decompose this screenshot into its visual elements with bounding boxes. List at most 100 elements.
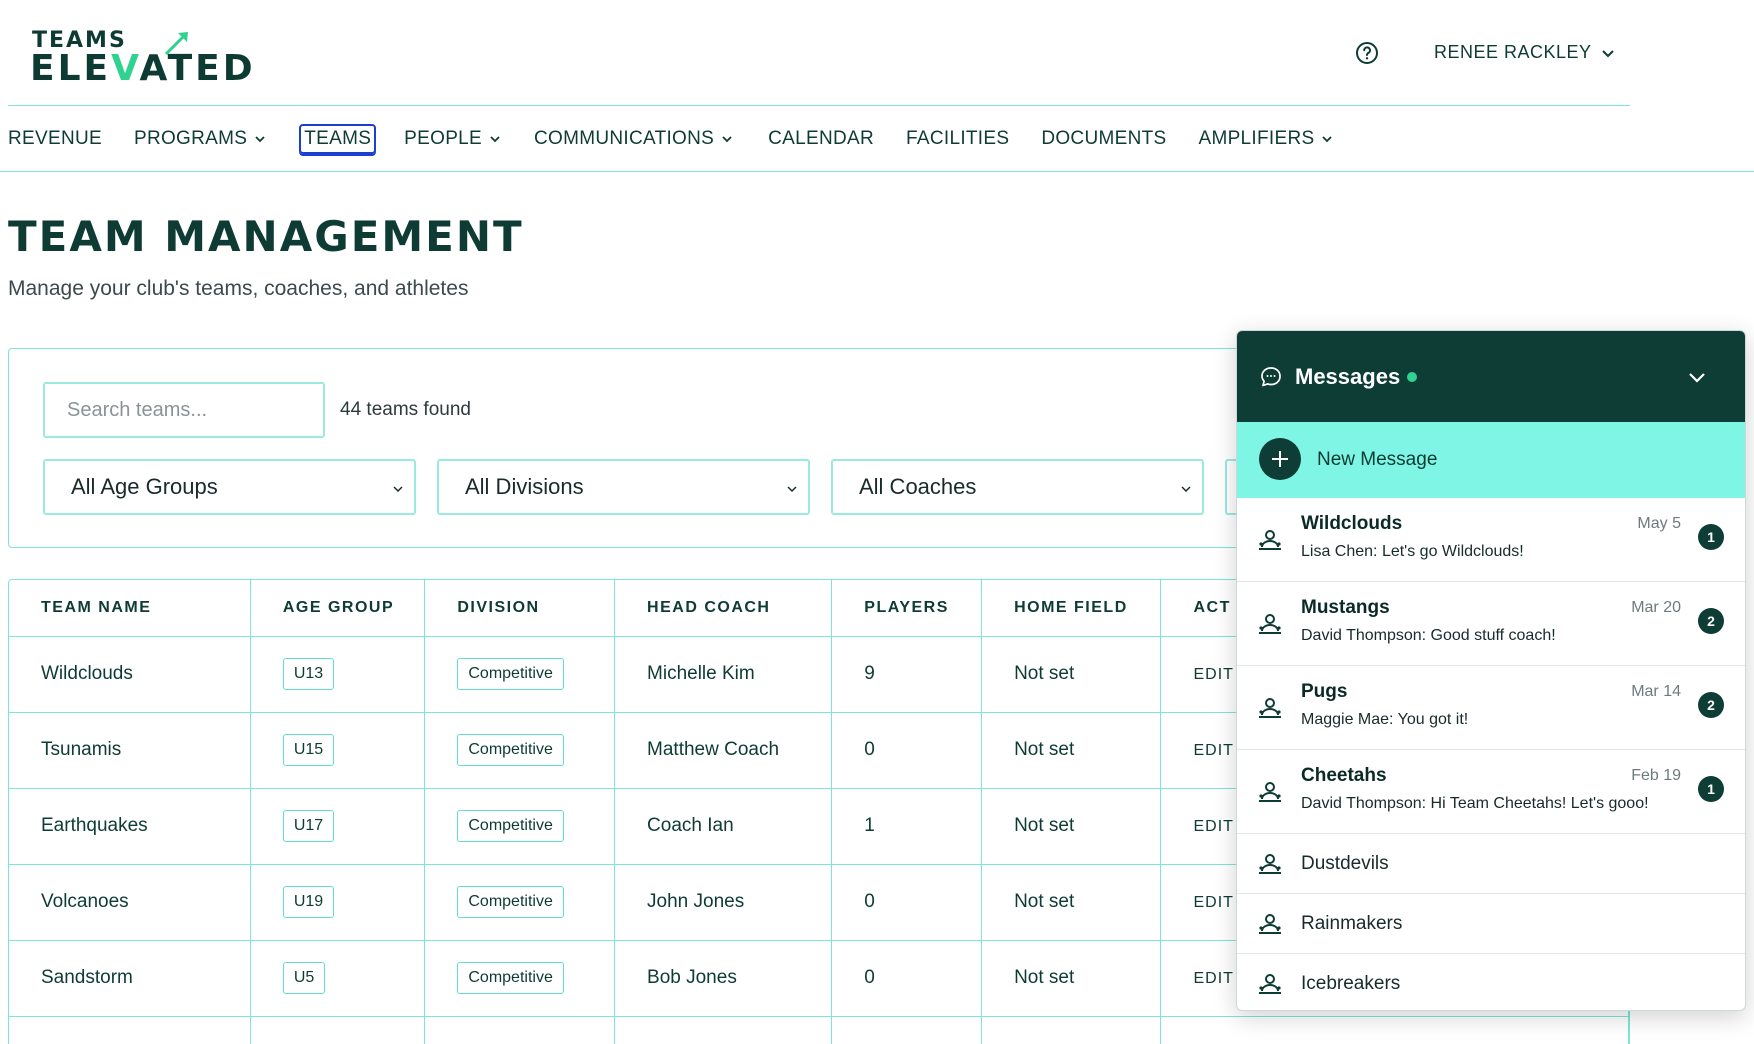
coach-select[interactable]: All Coaches xyxy=(831,459,1204,515)
column-header-team-name[interactable]: TEAM NAME xyxy=(9,580,251,637)
edit-button[interactable]: EDIT xyxy=(1193,666,1233,683)
team-name-cell[interactable]: Tsunamis xyxy=(9,712,251,789)
coach-value: All Coaches xyxy=(859,474,977,499)
thread-date: May 5 xyxy=(1637,515,1681,532)
players-cell: 9 xyxy=(831,636,983,713)
division-badge: Competitive xyxy=(457,962,564,994)
nav-programs[interactable]: PROGRAMS xyxy=(134,128,267,150)
nav-label: COMMUNICATIONS xyxy=(534,128,715,149)
logo[interactable]: TEAMS ELEVATED xyxy=(30,28,280,89)
players-cell: 0 xyxy=(831,712,983,789)
help-icon[interactable] xyxy=(1355,41,1379,65)
thread-name: Rainmakers xyxy=(1301,913,1403,934)
edit-button[interactable]: EDIT xyxy=(1193,818,1233,835)
search-input[interactable] xyxy=(43,382,325,438)
results-count: 44 teams found xyxy=(340,399,471,420)
main-nav: REVENUE PROGRAMS TEAMS PEOPLE COMMUNICAT… xyxy=(8,124,1334,154)
division-badge: Competitive xyxy=(457,734,564,766)
thread-name: Cheetahs xyxy=(1301,765,1387,786)
home-field-cell: Not set xyxy=(981,712,1162,789)
column-header-division[interactable]: DIVISION xyxy=(424,580,616,637)
team-icon xyxy=(1259,854,1281,874)
new-message-label: New Message xyxy=(1317,449,1438,470)
players-cell xyxy=(831,1016,983,1044)
user-menu[interactable]: RENEE RACKLEY xyxy=(1434,42,1616,63)
head-coach-cell: Matthew Coach xyxy=(614,712,833,789)
chevron-down-icon xyxy=(1322,136,1333,143)
column-header-age-group[interactable]: AGE GROUP xyxy=(250,580,426,637)
chevron-down-icon xyxy=(255,136,265,143)
thread-name: Mustangs xyxy=(1301,597,1390,618)
unread-count-badge: 1 xyxy=(1698,524,1724,550)
thread-preview: David Thompson: Good stuff coach! xyxy=(1301,627,1556,644)
team-name-cell[interactable]: Sandstorm xyxy=(9,940,251,1017)
nav-documents[interactable]: DOCUMENTS xyxy=(1041,128,1166,150)
thread-date: Mar 14 xyxy=(1631,683,1681,700)
online-status-dot xyxy=(1407,372,1417,382)
players-cell: 0 xyxy=(831,864,983,941)
message-thread[interactable]: Cheetahs Feb 19 David Thompson: Hi Team … xyxy=(1237,750,1745,834)
nav-label: PROGRAMS xyxy=(133,128,248,149)
thread-name: Pugs xyxy=(1301,681,1348,702)
thread-date: Feb 19 xyxy=(1631,767,1681,784)
unread-count-badge: 1 xyxy=(1698,776,1724,802)
nav-calendar[interactable]: CALENDAR xyxy=(768,128,874,150)
nav-label: PEOPLE xyxy=(404,128,483,149)
nav-amplifiers[interactable]: AMPLIFIERS xyxy=(1198,128,1334,150)
age-group-cell: U13 xyxy=(250,636,426,713)
team-icon xyxy=(1259,614,1281,634)
plus-icon xyxy=(1259,438,1301,480)
messages-header[interactable]: Messages xyxy=(1237,331,1745,422)
edit-button[interactable]: EDIT xyxy=(1193,894,1233,911)
message-thread[interactable]: Wildclouds May 5 Lisa Chen: Let's go Wil… xyxy=(1237,498,1745,582)
age-group-select[interactable]: All Age Groups xyxy=(43,459,416,515)
column-header-players[interactable]: PLAYERS xyxy=(831,580,983,637)
column-header-head-coach[interactable]: HEAD COACH xyxy=(614,580,833,637)
age-group-badge: U17 xyxy=(282,810,335,842)
team-icon xyxy=(1259,530,1281,550)
edit-button[interactable]: EDIT xyxy=(1193,742,1233,759)
chevron-down-icon xyxy=(722,136,732,143)
chevron-down-icon[interactable] xyxy=(1685,365,1709,389)
nav-label: AMPLIFIERS xyxy=(1198,128,1315,149)
division-cell: Competitive xyxy=(424,940,616,1017)
players-cell: 0 xyxy=(831,940,983,1017)
nav-people[interactable]: PEOPLE xyxy=(404,128,502,150)
division-cell: Competitive xyxy=(424,788,616,865)
table-row[interactable] xyxy=(9,1016,1629,1044)
age-group-badge: U15 xyxy=(282,734,335,766)
age-group-badge: U13 xyxy=(282,658,335,690)
nav-revenue[interactable]: REVENUE xyxy=(8,128,102,150)
message-thread[interactable]: Mustangs Mar 20 David Thompson: Good stu… xyxy=(1237,582,1745,666)
nav-facilities[interactable]: FACILITIES xyxy=(906,128,1009,150)
thread-preview: David Thompson: Hi Team Cheetahs! Let's … xyxy=(1301,795,1649,812)
message-thread[interactable]: Icebreakers xyxy=(1237,954,1745,1010)
team-name-cell[interactable]: Volcanoes xyxy=(9,864,251,941)
column-header-home-field[interactable]: HOME FIELD xyxy=(981,580,1162,637)
messages-title: Messages xyxy=(1295,364,1401,389)
unread-count-badge: 2 xyxy=(1698,608,1724,634)
edit-button[interactable]: EDIT xyxy=(1193,970,1233,987)
team-name-cell[interactable]: Wildclouds xyxy=(9,636,251,713)
team-icon xyxy=(1259,974,1281,994)
nav-teams[interactable]: TEAMS xyxy=(299,124,377,154)
division-badge: Competitive xyxy=(457,886,564,918)
page-title: TEAM MANAGEMENT xyxy=(8,212,524,261)
division-value: All Divisions xyxy=(465,474,584,499)
logo-text-bottom: ELEVATED xyxy=(30,48,256,89)
thread-preview: Maggie Mae: You got it! xyxy=(1301,711,1469,728)
thread-preview: Lisa Chen: Let's go Wildclouds! xyxy=(1301,543,1524,560)
team-name-cell[interactable] xyxy=(9,1016,251,1044)
message-thread[interactable]: Pugs Mar 14 Maggie Mae: You got it! 2 xyxy=(1237,666,1745,750)
players-cell: 1 xyxy=(831,788,983,865)
nav-communications[interactable]: COMMUNICATIONS xyxy=(534,128,734,150)
nav-label: FACILITIES xyxy=(906,128,1010,149)
new-message-button[interactable]: New Message xyxy=(1237,422,1745,498)
chevron-down-icon xyxy=(1181,486,1191,493)
message-thread[interactable]: Dustdevils xyxy=(1237,834,1745,894)
message-thread[interactable]: Rainmakers xyxy=(1237,894,1745,954)
nav-divider xyxy=(0,171,1754,172)
team-name-cell[interactable]: Earthquakes xyxy=(9,788,251,865)
division-select[interactable]: All Divisions xyxy=(437,459,810,515)
division-cell: Competitive xyxy=(424,864,616,941)
